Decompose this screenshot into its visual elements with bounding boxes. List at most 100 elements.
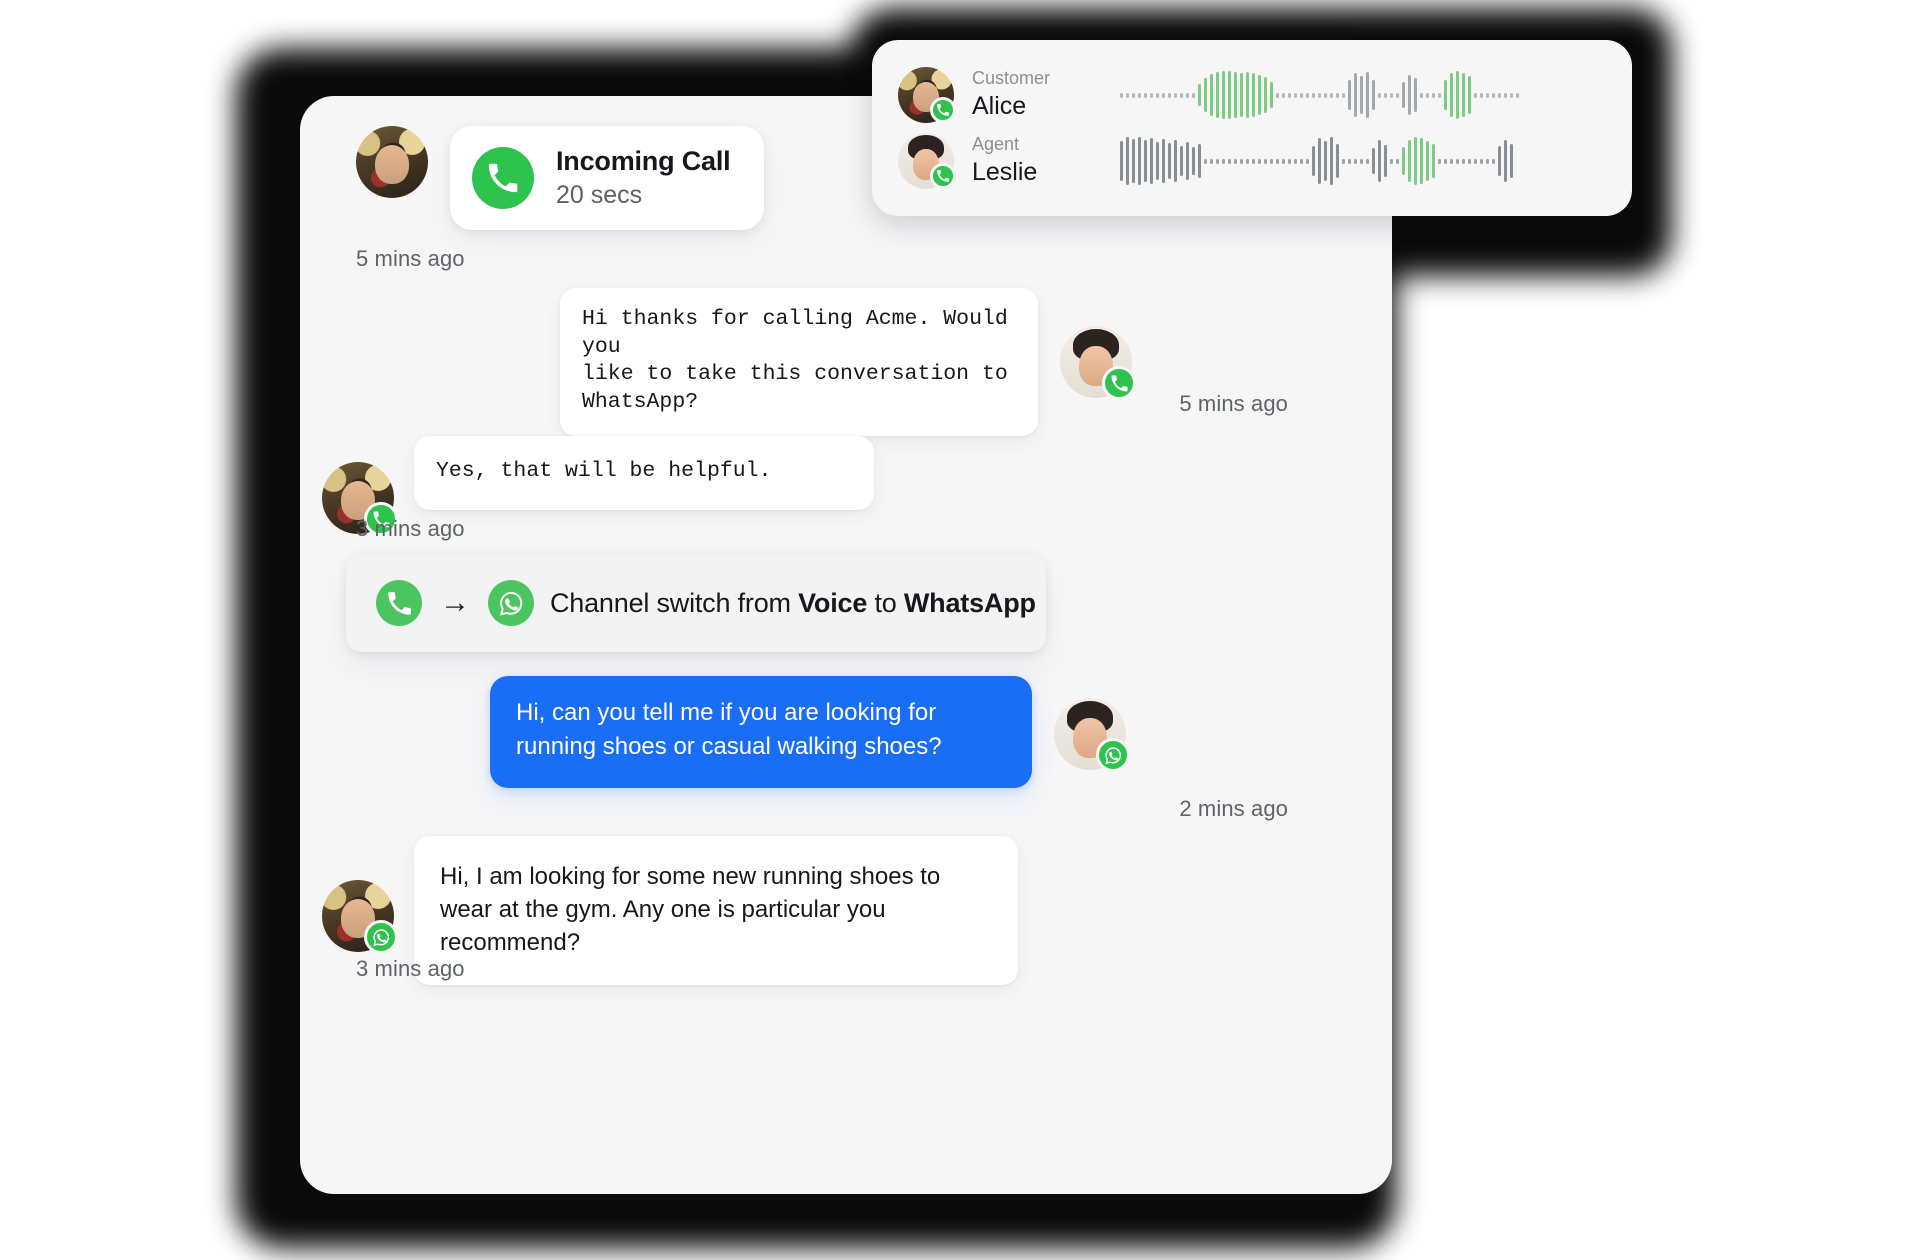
waveform-bar bbox=[1474, 158, 1477, 164]
waveform-bar bbox=[1288, 158, 1291, 164]
waveform-bar bbox=[1498, 146, 1501, 176]
person-name: Alice bbox=[972, 91, 1027, 120]
waveform-bar bbox=[1336, 144, 1339, 178]
waveform-bar bbox=[1402, 82, 1405, 108]
waveform-bar bbox=[1270, 82, 1273, 108]
waveform-bar bbox=[1366, 158, 1369, 164]
switch-middle: to bbox=[867, 587, 904, 618]
waveform-bar bbox=[1138, 92, 1141, 98]
waveform-bar bbox=[1432, 92, 1435, 98]
waveform-bar bbox=[1390, 158, 1393, 164]
waveform-bar bbox=[1462, 158, 1465, 164]
waveform-agent[interactable] bbox=[1120, 135, 1606, 187]
waveform-bar bbox=[1378, 140, 1381, 182]
waveform-bar bbox=[1150, 138, 1153, 184]
waveform-bar bbox=[1486, 158, 1489, 164]
phone-badge-icon bbox=[1102, 366, 1136, 400]
message-bubble[interactable]: Hi, I am looking for some new running sh… bbox=[414, 836, 1018, 986]
waveform-bar bbox=[1162, 139, 1165, 183]
waveform-bar bbox=[1312, 92, 1315, 98]
waveform-bar bbox=[1372, 148, 1375, 174]
message-bubble[interactable]: Yes, that will be helpful. bbox=[414, 436, 874, 510]
waveform-bar bbox=[1396, 92, 1399, 98]
waveform-bar bbox=[1384, 145, 1387, 177]
waveform-bar bbox=[1426, 92, 1429, 98]
waveform-bar bbox=[1276, 158, 1279, 164]
whatsapp-badge-icon bbox=[364, 920, 398, 954]
screenshot-stage: Incoming Call 20 secs 5 mins ago Hi than… bbox=[0, 0, 1920, 1260]
message-bubble[interactable]: Hi thanks for calling Acme. Would you li… bbox=[560, 288, 1038, 437]
conversation-panel: Incoming Call 20 secs 5 mins ago Hi than… bbox=[300, 96, 1392, 1194]
waveform-bar bbox=[1132, 92, 1135, 98]
waveform-bar bbox=[1234, 158, 1237, 164]
waveform-bar bbox=[1288, 92, 1291, 98]
waveform-bar bbox=[1492, 92, 1495, 98]
waveform-bar bbox=[1156, 92, 1159, 98]
waveform-bar bbox=[1390, 92, 1393, 98]
arrow-right-icon: → bbox=[440, 586, 470, 619]
waveform-bar bbox=[1192, 92, 1195, 98]
waveform-bar bbox=[1348, 158, 1351, 164]
waveform-bar bbox=[1318, 138, 1321, 184]
waveform-bar bbox=[1480, 158, 1483, 164]
phone-icon bbox=[472, 147, 534, 209]
waveform-bar bbox=[1150, 92, 1153, 98]
waveform-bar bbox=[1174, 140, 1177, 182]
waveform-bar bbox=[1300, 158, 1303, 164]
waveform-bar bbox=[1504, 92, 1507, 98]
waveform-bar bbox=[1438, 92, 1441, 98]
waveform-bar bbox=[1126, 92, 1129, 98]
waveform-bar bbox=[1258, 75, 1261, 115]
waveform-bar bbox=[1318, 92, 1321, 98]
waveform-bar bbox=[1366, 72, 1369, 118]
timestamp-agent-whatsapp: 2 mins ago bbox=[1179, 796, 1288, 821]
switch-from-channel: Voice bbox=[798, 587, 868, 618]
person-name: Leslie bbox=[972, 157, 1038, 186]
waveform-bar bbox=[1378, 92, 1381, 98]
phone-badge-icon bbox=[930, 163, 956, 189]
waveform-bar bbox=[1270, 158, 1273, 164]
waveform-bar bbox=[1192, 147, 1195, 175]
waveform-bar bbox=[1252, 73, 1255, 117]
incoming-call-card[interactable]: Incoming Call 20 secs bbox=[450, 126, 765, 230]
waveform-bar bbox=[1120, 141, 1123, 181]
waveform-bar bbox=[1264, 77, 1267, 113]
waveform-bar bbox=[1486, 92, 1489, 98]
whatsapp-icon bbox=[488, 580, 534, 626]
waveform-bar bbox=[1306, 92, 1309, 98]
waveform-bar bbox=[1516, 92, 1519, 98]
waveform-bar bbox=[1204, 158, 1207, 164]
waveform-bar bbox=[1348, 80, 1351, 110]
waveform-customer[interactable] bbox=[1120, 69, 1606, 121]
waveform-bar bbox=[1222, 158, 1225, 164]
waveform-bar bbox=[1222, 71, 1225, 119]
avatar-agent bbox=[1054, 698, 1130, 772]
whatsapp-badge-icon bbox=[1096, 738, 1130, 772]
waveform-bar bbox=[1216, 72, 1219, 118]
waveform-bar bbox=[1498, 92, 1501, 98]
waveform-row-agent: Agent Leslie bbox=[898, 129, 1606, 193]
waveform-bar bbox=[1294, 92, 1297, 98]
waveform-bar bbox=[1480, 92, 1483, 98]
waveform-bar bbox=[1420, 138, 1423, 184]
waveform-bar bbox=[1168, 92, 1171, 98]
person-info-customer: Customer Alice bbox=[972, 68, 1102, 121]
call-waveform-card: Customer Alice Agent Leslie bbox=[872, 40, 1632, 216]
channel-switch-text: Channel switch from Voice to WhatsApp bbox=[550, 588, 1036, 619]
waveform-bar bbox=[1180, 92, 1183, 98]
waveform-bar bbox=[1174, 92, 1177, 98]
phone-badge-icon bbox=[930, 97, 956, 123]
waveform-bar bbox=[1198, 144, 1201, 178]
waveform-bar bbox=[1186, 142, 1189, 180]
waveform-bar bbox=[1294, 158, 1297, 164]
waveform-bar bbox=[1264, 158, 1267, 164]
waveform-bar bbox=[1216, 158, 1219, 164]
waveform-bar bbox=[1276, 92, 1279, 98]
waveform-bar bbox=[1492, 158, 1495, 164]
waveform-bar bbox=[1372, 80, 1375, 110]
message-bubble[interactable]: Hi, can you tell me if you are looking f… bbox=[490, 676, 1032, 789]
waveform-bar bbox=[1300, 92, 1303, 98]
waveform-bar bbox=[1180, 146, 1183, 176]
waveform-bar bbox=[1282, 158, 1285, 164]
waveform-bar bbox=[1228, 158, 1231, 164]
